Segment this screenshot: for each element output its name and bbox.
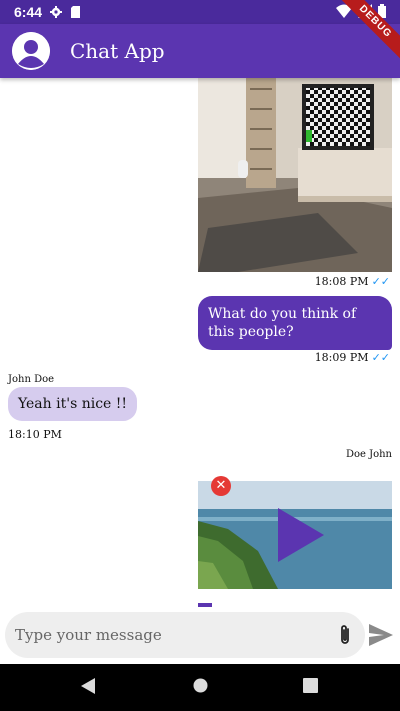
attach-icon[interactable]	[335, 623, 355, 647]
check-icon: ✓✓	[371, 351, 390, 364]
nav-back-icon[interactable]	[81, 678, 95, 694]
message-time: 18:10 PM	[8, 428, 62, 441]
sd-card-icon	[71, 6, 81, 18]
message-composer	[5, 612, 365, 658]
check-icon: ✓✓	[371, 275, 390, 288]
upload-progress	[198, 603, 212, 607]
nav-home-icon[interactable]	[193, 678, 208, 693]
system-nav-bar	[0, 664, 400, 711]
message-meta: 18:08 PM ✓✓	[315, 275, 390, 288]
app-bar: Chat App	[0, 24, 400, 78]
message-time: 18:09 PM	[314, 351, 369, 364]
message-input[interactable]	[15, 626, 315, 644]
play-icon[interactable]	[278, 508, 324, 562]
outgoing-message[interactable]: What do you think of this people?	[198, 296, 392, 350]
avatar-glyph	[12, 32, 50, 70]
message-time: 18:08 PM	[314, 275, 369, 288]
room-photo	[198, 78, 392, 272]
chat-list[interactable]: 18:08 PM ✓✓ What do you think of this pe…	[0, 78, 400, 608]
sender-name: Doe John	[345, 449, 392, 460]
settings-icon	[50, 6, 63, 18]
nav-recents-icon[interactable]	[303, 678, 318, 693]
image-message[interactable]	[198, 78, 392, 272]
app-title: Chat App	[70, 39, 165, 63]
send-icon[interactable]	[369, 624, 393, 646]
status-time: 6:44	[14, 4, 43, 20]
status-bar: 6:44	[0, 0, 400, 24]
video-message[interactable]	[198, 481, 392, 589]
avatar-icon[interactable]	[12, 32, 50, 70]
sender-name: John Doe	[8, 374, 55, 385]
message-meta: 18:09 PM ✓✓	[315, 351, 390, 364]
message-text: What do you think of this people?	[208, 306, 357, 340]
incoming-message[interactable]: Yeah it's nice !!	[8, 387, 138, 421]
message-text: Yeah it's nice !!	[18, 396, 128, 412]
close-icon[interactable]: ✕	[211, 476, 231, 496]
